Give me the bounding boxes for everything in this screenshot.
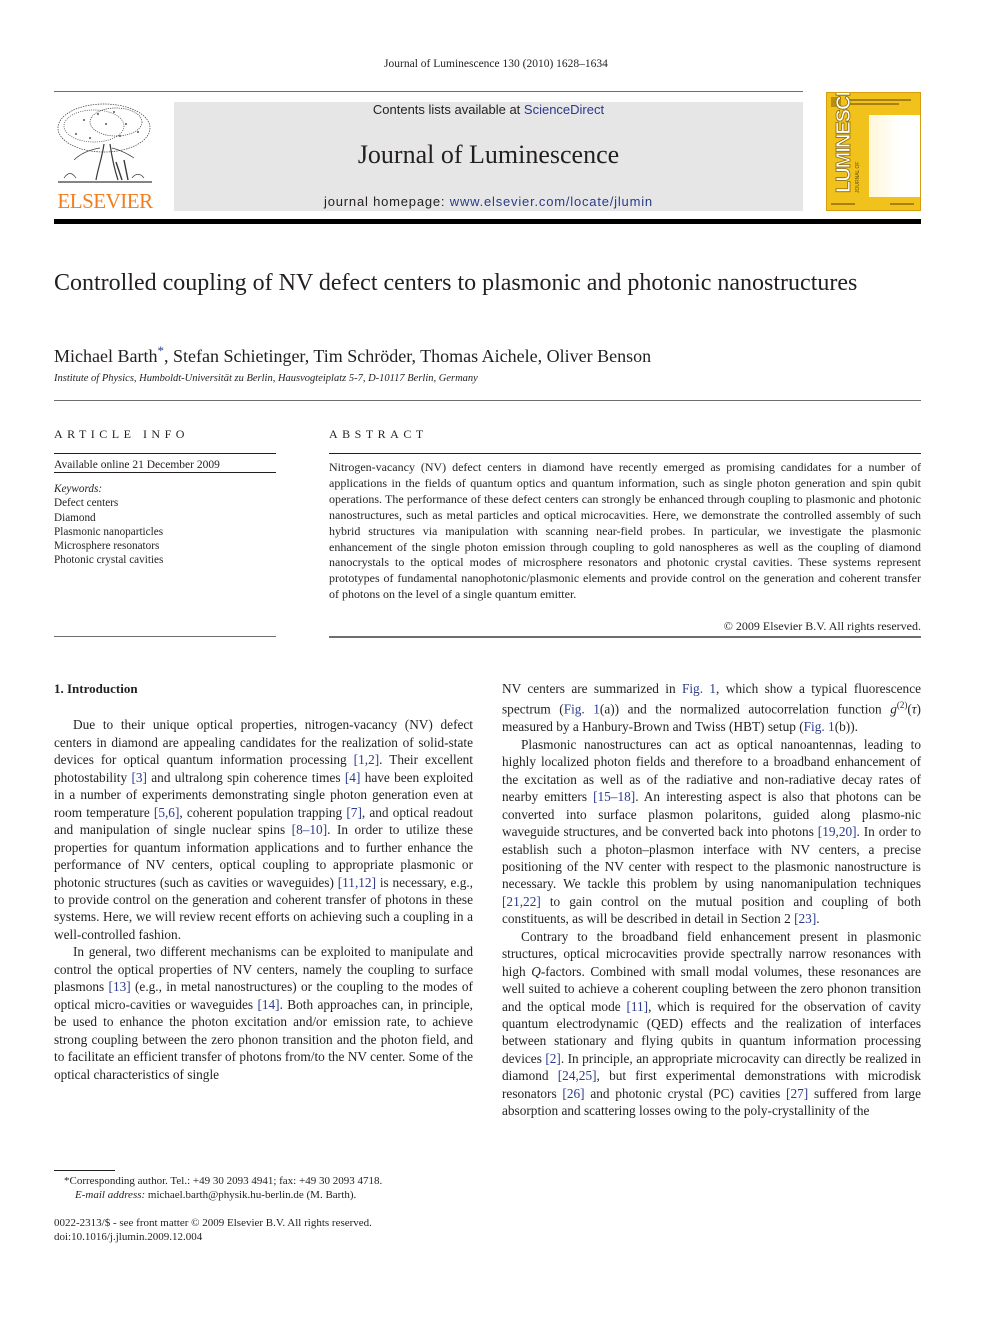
homepage-prefix: journal homepage: xyxy=(324,194,450,209)
doi[interactable]: doi:10.1016/j.jlumin.2009.12.004 xyxy=(54,1230,372,1244)
citation-link[interactable]: [2] xyxy=(545,1051,561,1066)
article-title: Controlled coupling of NV defect centers… xyxy=(54,270,858,296)
citation-link[interactable]: [26] xyxy=(562,1086,584,1101)
divider xyxy=(54,400,921,401)
cover-header-line xyxy=(849,103,899,105)
math-symbol: τ xyxy=(911,701,917,717)
citation-link[interactable]: Fig. 1 xyxy=(564,702,600,717)
citation-link[interactable]: [13] xyxy=(109,979,131,994)
issn-line: 0022-2313/$ - see front matter © 2009 El… xyxy=(54,1217,372,1229)
cover-footer-line xyxy=(890,203,914,205)
citation-link[interactable]: [27] xyxy=(786,1086,808,1101)
email-note: E-mail address: michael.barth@physik.hu-… xyxy=(54,1188,473,1202)
author-list: Michael Barth*, Stefan Schietinger, Tim … xyxy=(54,340,651,367)
paragraph: NV centers are summarized in Fig. 1, whi… xyxy=(502,681,921,735)
citation-link[interactable]: [19,20] xyxy=(818,824,857,839)
superscript: (2) xyxy=(896,700,908,711)
citation-link[interactable]: [11] xyxy=(626,999,648,1014)
contents-prefix: Contents lists available at xyxy=(372,102,524,117)
journal-cover-thumbnail[interactable]: LUMINESCENCE JOURNAL OF xyxy=(826,92,921,211)
keyword: Microsphere resonators xyxy=(54,540,160,553)
citation-link[interactable]: [4] xyxy=(345,770,361,785)
author-rest: , Stefan Schietinger, Tim Schröder, Thom… xyxy=(163,346,652,366)
masthead-rule-top xyxy=(54,91,803,92)
keyword: Plasmonic nanoparticles xyxy=(54,525,164,538)
citation-link[interactable]: [24,25] xyxy=(558,1068,597,1083)
math-symbol: Q xyxy=(531,963,541,979)
email-label: E-mail address: xyxy=(75,1189,146,1201)
abstract-copyright: © 2009 Elsevier B.V. All rights reserved… xyxy=(723,619,921,633)
keyword: Photonic crystal cavities xyxy=(54,554,164,567)
paragraph: In general, two different mechanisms can… xyxy=(54,944,473,1082)
author-first: Michael Barth xyxy=(54,346,158,366)
cover-footer-line xyxy=(831,203,855,205)
keywords-label: Keywords: xyxy=(54,483,103,495)
citation-link[interactable]: Fig. 1 xyxy=(804,719,835,734)
citation-link[interactable]: [5,6] xyxy=(154,805,179,820)
cover-subtitle: JOURNAL OF xyxy=(855,161,861,193)
math-symbol: g xyxy=(890,701,897,717)
citation-link[interactable]: [8–10] xyxy=(292,822,327,837)
divider xyxy=(54,636,276,637)
contents-line: Contents lists available at ScienceDirec… xyxy=(174,102,803,118)
paragraph: Contrary to the broadband field enhancem… xyxy=(502,928,922,1119)
sciencedirect-link[interactable]: ScienceDirect xyxy=(524,102,604,117)
keyword: Defect centers xyxy=(54,497,119,510)
citation-link[interactable]: Fig. 1 xyxy=(682,681,716,696)
journal-name: Journal of Luminescence xyxy=(357,140,620,169)
elsevier-logo[interactable]: ELSEVIER xyxy=(54,100,156,213)
elsevier-tree-icon xyxy=(57,103,152,183)
citation-link[interactable]: [21,22] xyxy=(502,894,541,909)
citation-link[interactable]: [23] xyxy=(794,911,816,926)
email-address[interactable]: michael.barth@physik.hu-berlin.de (M. Ba… xyxy=(145,1189,356,1201)
footnote-rule xyxy=(54,1170,115,1171)
available-online: Available online 21 December 2009 xyxy=(54,459,220,471)
divider xyxy=(329,636,921,638)
cover-panel xyxy=(869,115,920,197)
abstract-text: Nitrogen-vacancy (NV) defect centers in … xyxy=(329,460,921,602)
cover-header-line xyxy=(849,99,911,101)
masthead-rule-bottom xyxy=(54,219,921,224)
citation-link[interactable]: [7] xyxy=(346,805,362,820)
footnote: *Corresponding author. Tel.: +49 30 2093… xyxy=(54,1174,473,1202)
corresponding-author-note: *Corresponding author. Tel.: +49 30 2093… xyxy=(64,1175,383,1187)
homepage-line: journal homepage: www.elsevier.com/locat… xyxy=(174,194,803,209)
journal-masthead: Contents lists available at ScienceDirec… xyxy=(174,102,803,211)
keywords-block: Keywords: Defect centers Diamond Plasmon… xyxy=(54,482,163,568)
citation-link[interactable]: [14] xyxy=(257,997,279,1012)
citation-link[interactable]: [1,2] xyxy=(354,752,379,767)
journal-homepage-link[interactable]: www.elsevier.com/locate/jlumin xyxy=(450,194,653,209)
abstract-heading: ABSTRACT xyxy=(329,427,428,441)
divider xyxy=(54,453,276,454)
elsevier-wordmark: ELSEVIER xyxy=(57,189,153,213)
cover-title: LUMINESCENCE xyxy=(833,92,856,193)
section-heading: 1. Introduction xyxy=(54,681,138,696)
body-column-right: NV centers are summarized in Fig. 1, whi… xyxy=(502,680,921,1120)
body-column-left: 1. Introduction Due to their unique opti… xyxy=(54,680,473,1083)
citation-link[interactable]: [15–18] xyxy=(593,789,635,804)
keyword: Diamond xyxy=(54,511,96,524)
citation-link[interactable]: [3] xyxy=(131,770,147,785)
affiliation: Institute of Physics, Humboldt-Universit… xyxy=(54,373,478,384)
divider xyxy=(329,453,921,454)
running-head: Journal of Luminescence 130 (2010) 1628–… xyxy=(384,58,608,70)
citation-link[interactable]: [11,12] xyxy=(338,875,376,890)
divider xyxy=(54,472,276,473)
paragraph: Plasmonic nanostructures can act as opti… xyxy=(502,736,921,927)
paragraph: Due to their unique optical properties, … xyxy=(54,717,473,942)
article-info-heading: ARTICLE INFO xyxy=(54,427,189,441)
front-matter: 0022-2313/$ - see front matter © 2009 El… xyxy=(54,1216,372,1244)
